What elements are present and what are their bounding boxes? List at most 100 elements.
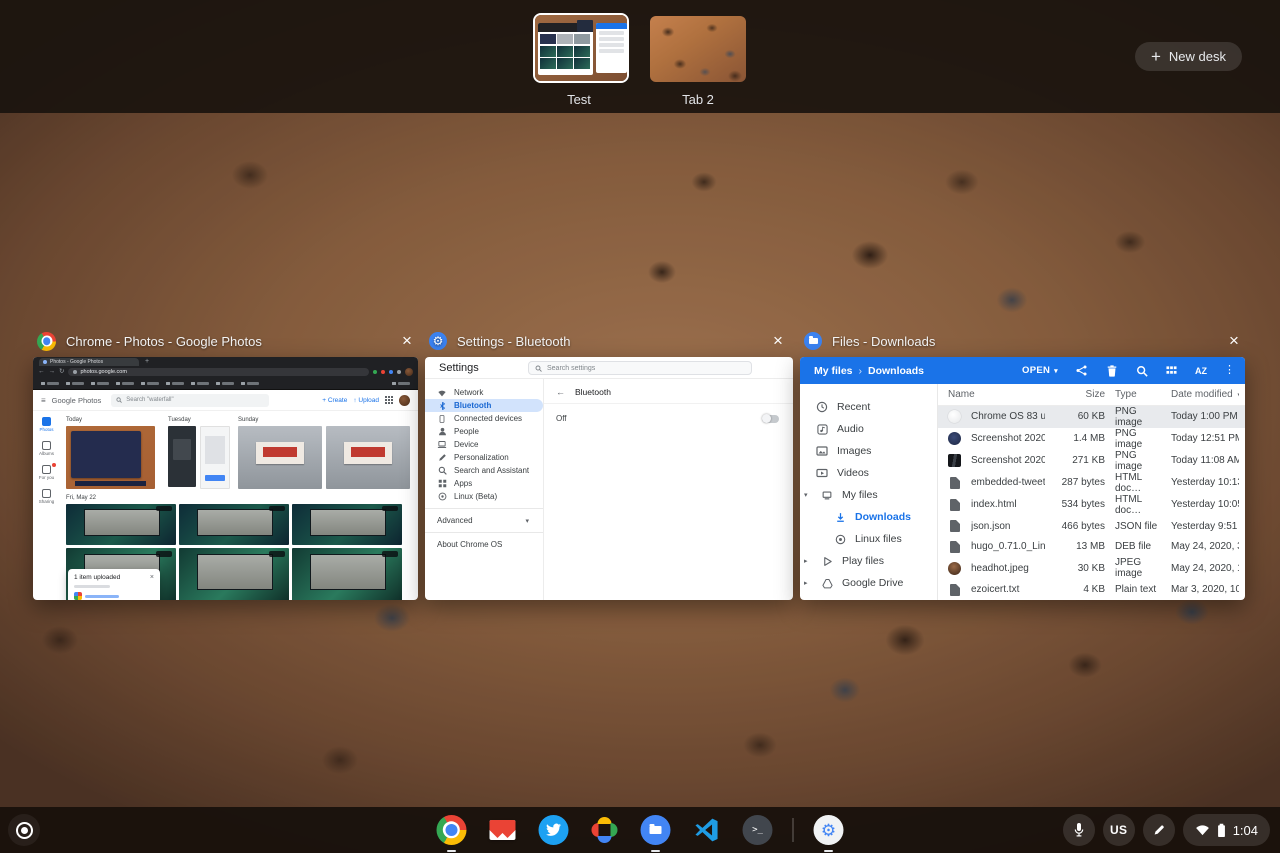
grid-view-icon <box>1165 364 1178 377</box>
settings-advanced-row: Advanced ▾ <box>437 516 529 525</box>
running-indicator <box>651 849 660 852</box>
desk-thumbnail-test[interactable] <box>533 13 629 83</box>
extension-icon <box>397 370 401 374</box>
shelf-separator <box>792 818 794 842</box>
shelf-twitter-button[interactable] <box>538 814 570 846</box>
nav-sharing: Sharing <box>39 489 54 504</box>
shelf-files-button[interactable] <box>640 814 672 852</box>
forward-icon: → <box>48 367 56 375</box>
shelf-apps: >_ ⚙ <box>436 807 845 853</box>
files-window-header[interactable]: Files - Downloads × <box>804 330 1245 352</box>
gmail-icon <box>489 820 516 840</box>
desk-label-tab2: Tab 2 <box>682 92 714 107</box>
settings-window-title: Settings - Bluetooth <box>457 333 571 349</box>
download-icon <box>834 511 846 523</box>
settings-nav-people: People <box>425 425 543 438</box>
file-row: json.json 466 bytes JSON file Yesterday … <box>938 516 1245 537</box>
for-you-icon <box>41 465 51 474</box>
clock-label: 1:04 <box>1232 822 1258 838</box>
files-window-preview[interactable]: My files › Downloads OPEN ▾ AZ ⋮ Recent … <box>800 357 1245 600</box>
launcher-button[interactable] <box>8 814 40 846</box>
settings-gear-icon: ⚙ <box>813 815 844 845</box>
extension-icon <box>381 370 385 374</box>
shelf-gmail-button[interactable] <box>487 814 519 846</box>
shelf-photos-button[interactable] <box>589 814 621 846</box>
status-area-button[interactable]: 1:04 <box>1182 814 1270 846</box>
settings-window-preview[interactable]: Settings Search settings Network Bluetoo… <box>425 357 793 600</box>
shelf-chrome-button[interactable] <box>436 814 468 852</box>
files-sidebar: Recent Audio Images Videos ▾ My files Do… <box>800 384 938 600</box>
desk-thumbnail-tab2[interactable] <box>650 16 746 82</box>
chrome-icon <box>436 815 467 845</box>
files-nav-downloads: Downloads <box>800 506 937 528</box>
uploaded-item-thumbnail <box>74 592 82 600</box>
chevron-right-icon: ▸ <box>804 580 808 587</box>
photo-thumbnail <box>326 426 410 489</box>
video-thumbnail <box>66 504 176 545</box>
keyboard-layout-button[interactable]: US <box>1102 814 1135 846</box>
settings-window-close-button[interactable]: × <box>767 330 789 352</box>
video-thumbnail <box>179 548 289 600</box>
tab-title: Photos - Google Photos <box>50 359 104 365</box>
apps-grid-icon <box>437 479 447 489</box>
settings-bluetooth-panel: ← Bluetooth Off <box>543 379 793 600</box>
files-nav-images: Images <box>800 440 937 462</box>
file-row: embedded-tweets.html 287 bytes HTML doc…… <box>938 472 1245 494</box>
desk-label-test: Test <box>567 92 591 107</box>
text-line <box>74 585 110 588</box>
breadcrumb-root: My files <box>814 364 853 377</box>
bluetooth-state-label: Off <box>556 414 567 423</box>
video-thumbnail <box>179 504 289 545</box>
column-date-modified: Date modified ▾ <box>1171 389 1239 400</box>
settings-window-header[interactable]: ⚙ Settings - Bluetooth × <box>429 330 789 352</box>
settings-app-icon: ⚙ <box>429 332 447 350</box>
section-sunday: Sunday <box>238 417 259 423</box>
files-window-close-button[interactable]: × <box>1223 330 1245 352</box>
nav-albums: Albums <box>39 441 54 456</box>
photo-thumbnail <box>238 426 322 489</box>
linux-icon <box>437 492 447 502</box>
photo-thumbnail <box>200 426 230 489</box>
file-row: hugo_0.71.0_Linux-64bit.deb 13 MB DEB fi… <box>938 537 1245 558</box>
back-arrow-icon: ← <box>556 387 565 397</box>
photos-window-preview[interactable]: Photos - Google Photos + ← → ↻ photos.go… <box>33 357 418 600</box>
desk-tab2-preview <box>650 16 746 82</box>
nav-for-you: For you <box>39 463 57 480</box>
settings-search-placeholder: Search settings <box>547 364 596 372</box>
system-tray: US 1:04 <box>1062 814 1270 846</box>
shelf-settings-button[interactable]: ⚙ <box>813 814 845 852</box>
open-button: OPEN ▾ <box>1022 365 1058 376</box>
microphone-icon <box>1074 823 1083 837</box>
divider <box>425 508 543 509</box>
shelf-vscode-button[interactable] <box>691 814 723 846</box>
column-size: Size <box>1085 388 1105 400</box>
search-icon <box>535 365 542 372</box>
settings-sidebar: Network Bluetooth Connected devices Peop… <box>425 379 543 600</box>
new-desk-button[interactable]: + New desk <box>1134 42 1242 71</box>
play-icon <box>821 555 833 567</box>
photos-window-header[interactable]: Chrome - Photos - Google Photos × <box>37 330 418 352</box>
file-row: Screenshot 2020-05-28 at 11.08.43… 271 K… <box>938 450 1245 472</box>
address-bar: photos.google.com <box>68 368 369 376</box>
document-icon <box>949 498 960 511</box>
clock-icon <box>816 401 828 413</box>
grid-icon <box>385 396 393 404</box>
url-text: photos.google.com <box>80 369 127 375</box>
video-icon <box>816 467 828 479</box>
new-tab-icon: + <box>145 358 150 365</box>
files-nav-my-files: ▾ My files <box>804 489 878 501</box>
photos-window-close-button[interactable]: × <box>396 330 418 352</box>
shelf-terminal-button[interactable]: >_ <box>742 814 774 846</box>
file-row: Chrome OS 83 update.png 60 KB PNG image … <box>938 405 1245 428</box>
caret-down-icon: ▾ <box>1054 367 1058 375</box>
search-icon <box>116 397 123 403</box>
file-row: Screenshot 2020-05-28 at 12.51.56… 1.4 M… <box>938 428 1245 450</box>
breadcrumb-current: Downloads <box>868 364 925 377</box>
stylus-button[interactable] <box>1142 814 1175 846</box>
audio-icon <box>816 423 828 435</box>
microphone-button[interactable] <box>1062 814 1095 846</box>
mini-dark-card <box>577 20 593 32</box>
chevron-down-icon: ▾ <box>525 517 529 525</box>
terminal-icon: >_ <box>742 815 773 845</box>
sort-az-icon: AZ <box>1195 365 1207 376</box>
